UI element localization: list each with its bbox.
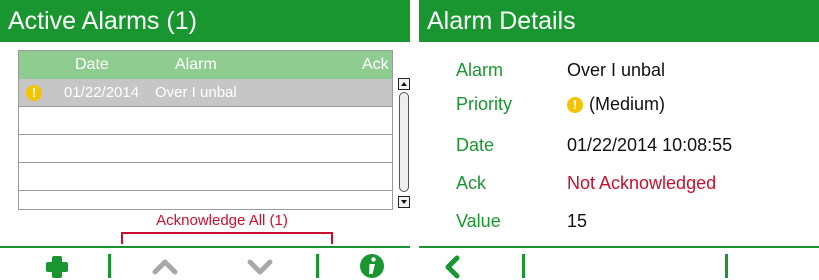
alarm-row-empty[interactable] (19, 135, 392, 163)
column-header-ack: Ack (362, 56, 389, 73)
alarm-table-scrollbar[interactable] (398, 78, 410, 210)
scrollbar-thumb[interactable] (399, 92, 409, 192)
detail-value-value: 15 (567, 211, 588, 231)
alarm-row-empty[interactable] (19, 191, 392, 209)
column-header-date: Date (75, 56, 109, 73)
acknowledge-all-bracket (121, 232, 333, 244)
alarm-details-title: Alarm Details (419, 0, 819, 42)
plus-icon (46, 256, 68, 278)
nav-separator (522, 254, 525, 278)
warning-icon: ! (26, 85, 42, 101)
alarm-table-header: Date Alarm Ack (19, 51, 392, 79)
nav-separator (108, 254, 111, 278)
detail-priority-value-wrap: ! (Medium) (567, 89, 665, 119)
detail-priority-label: Priority (456, 94, 513, 114)
alarm-table: Date Alarm Ack ! 01/22/2014 Over I unbal (18, 50, 393, 210)
right-nav-bar (419, 246, 819, 280)
warning-icon: ! (567, 97, 583, 114)
alarm-row-date: 01/22/2014 (64, 84, 140, 101)
acknowledge-all-label[interactable]: Acknowledge All (1) (124, 212, 320, 229)
info-icon (360, 254, 384, 278)
alarm-details-panel: Alarm Details Alarm Over I unbal Priorit… (419, 0, 819, 280)
left-nav-bar (0, 246, 410, 280)
scroll-up-button[interactable] (145, 248, 185, 280)
nav-separator (725, 254, 728, 278)
detail-alarm-value: Over I unbal (567, 60, 666, 80)
detail-ack-value: Not Acknowledged (567, 173, 717, 193)
nav-separator (316, 254, 319, 278)
panel-divider (410, 0, 419, 280)
detail-value-label: Value (456, 211, 501, 231)
alarm-row-empty[interactable] (19, 107, 392, 135)
alarm-row-empty[interactable] (19, 163, 392, 191)
detail-ack-label: Ack (456, 173, 487, 193)
column-header-alarm: Alarm (175, 56, 217, 73)
chevron-down-icon (247, 259, 273, 275)
active-alarms-panel: Active Alarms (1) Date Alarm Ack ! 01/22… (0, 0, 410, 280)
add-button[interactable] (38, 248, 78, 280)
scroll-up-arrow-icon[interactable] (398, 78, 410, 90)
info-button[interactable] (352, 248, 392, 280)
back-button[interactable] (433, 248, 473, 280)
chevron-left-icon (445, 255, 460, 279)
scroll-down-button[interactable] (240, 248, 280, 280)
alarm-row-alarm: Over I unbal (155, 84, 237, 101)
detail-priority-value: (Medium) (589, 94, 666, 114)
scroll-down-arrow-icon[interactable] (398, 196, 410, 208)
alarm-row[interactable]: ! 01/22/2014 Over I unbal (19, 79, 392, 107)
chevron-up-icon (152, 259, 178, 275)
active-alarms-title: Active Alarms (1) (0, 0, 410, 42)
detail-date-label: Date (456, 135, 495, 155)
detail-date-value: 01/22/2014 10:08:55 (567, 135, 733, 155)
detail-alarm-label: Alarm (456, 60, 504, 80)
